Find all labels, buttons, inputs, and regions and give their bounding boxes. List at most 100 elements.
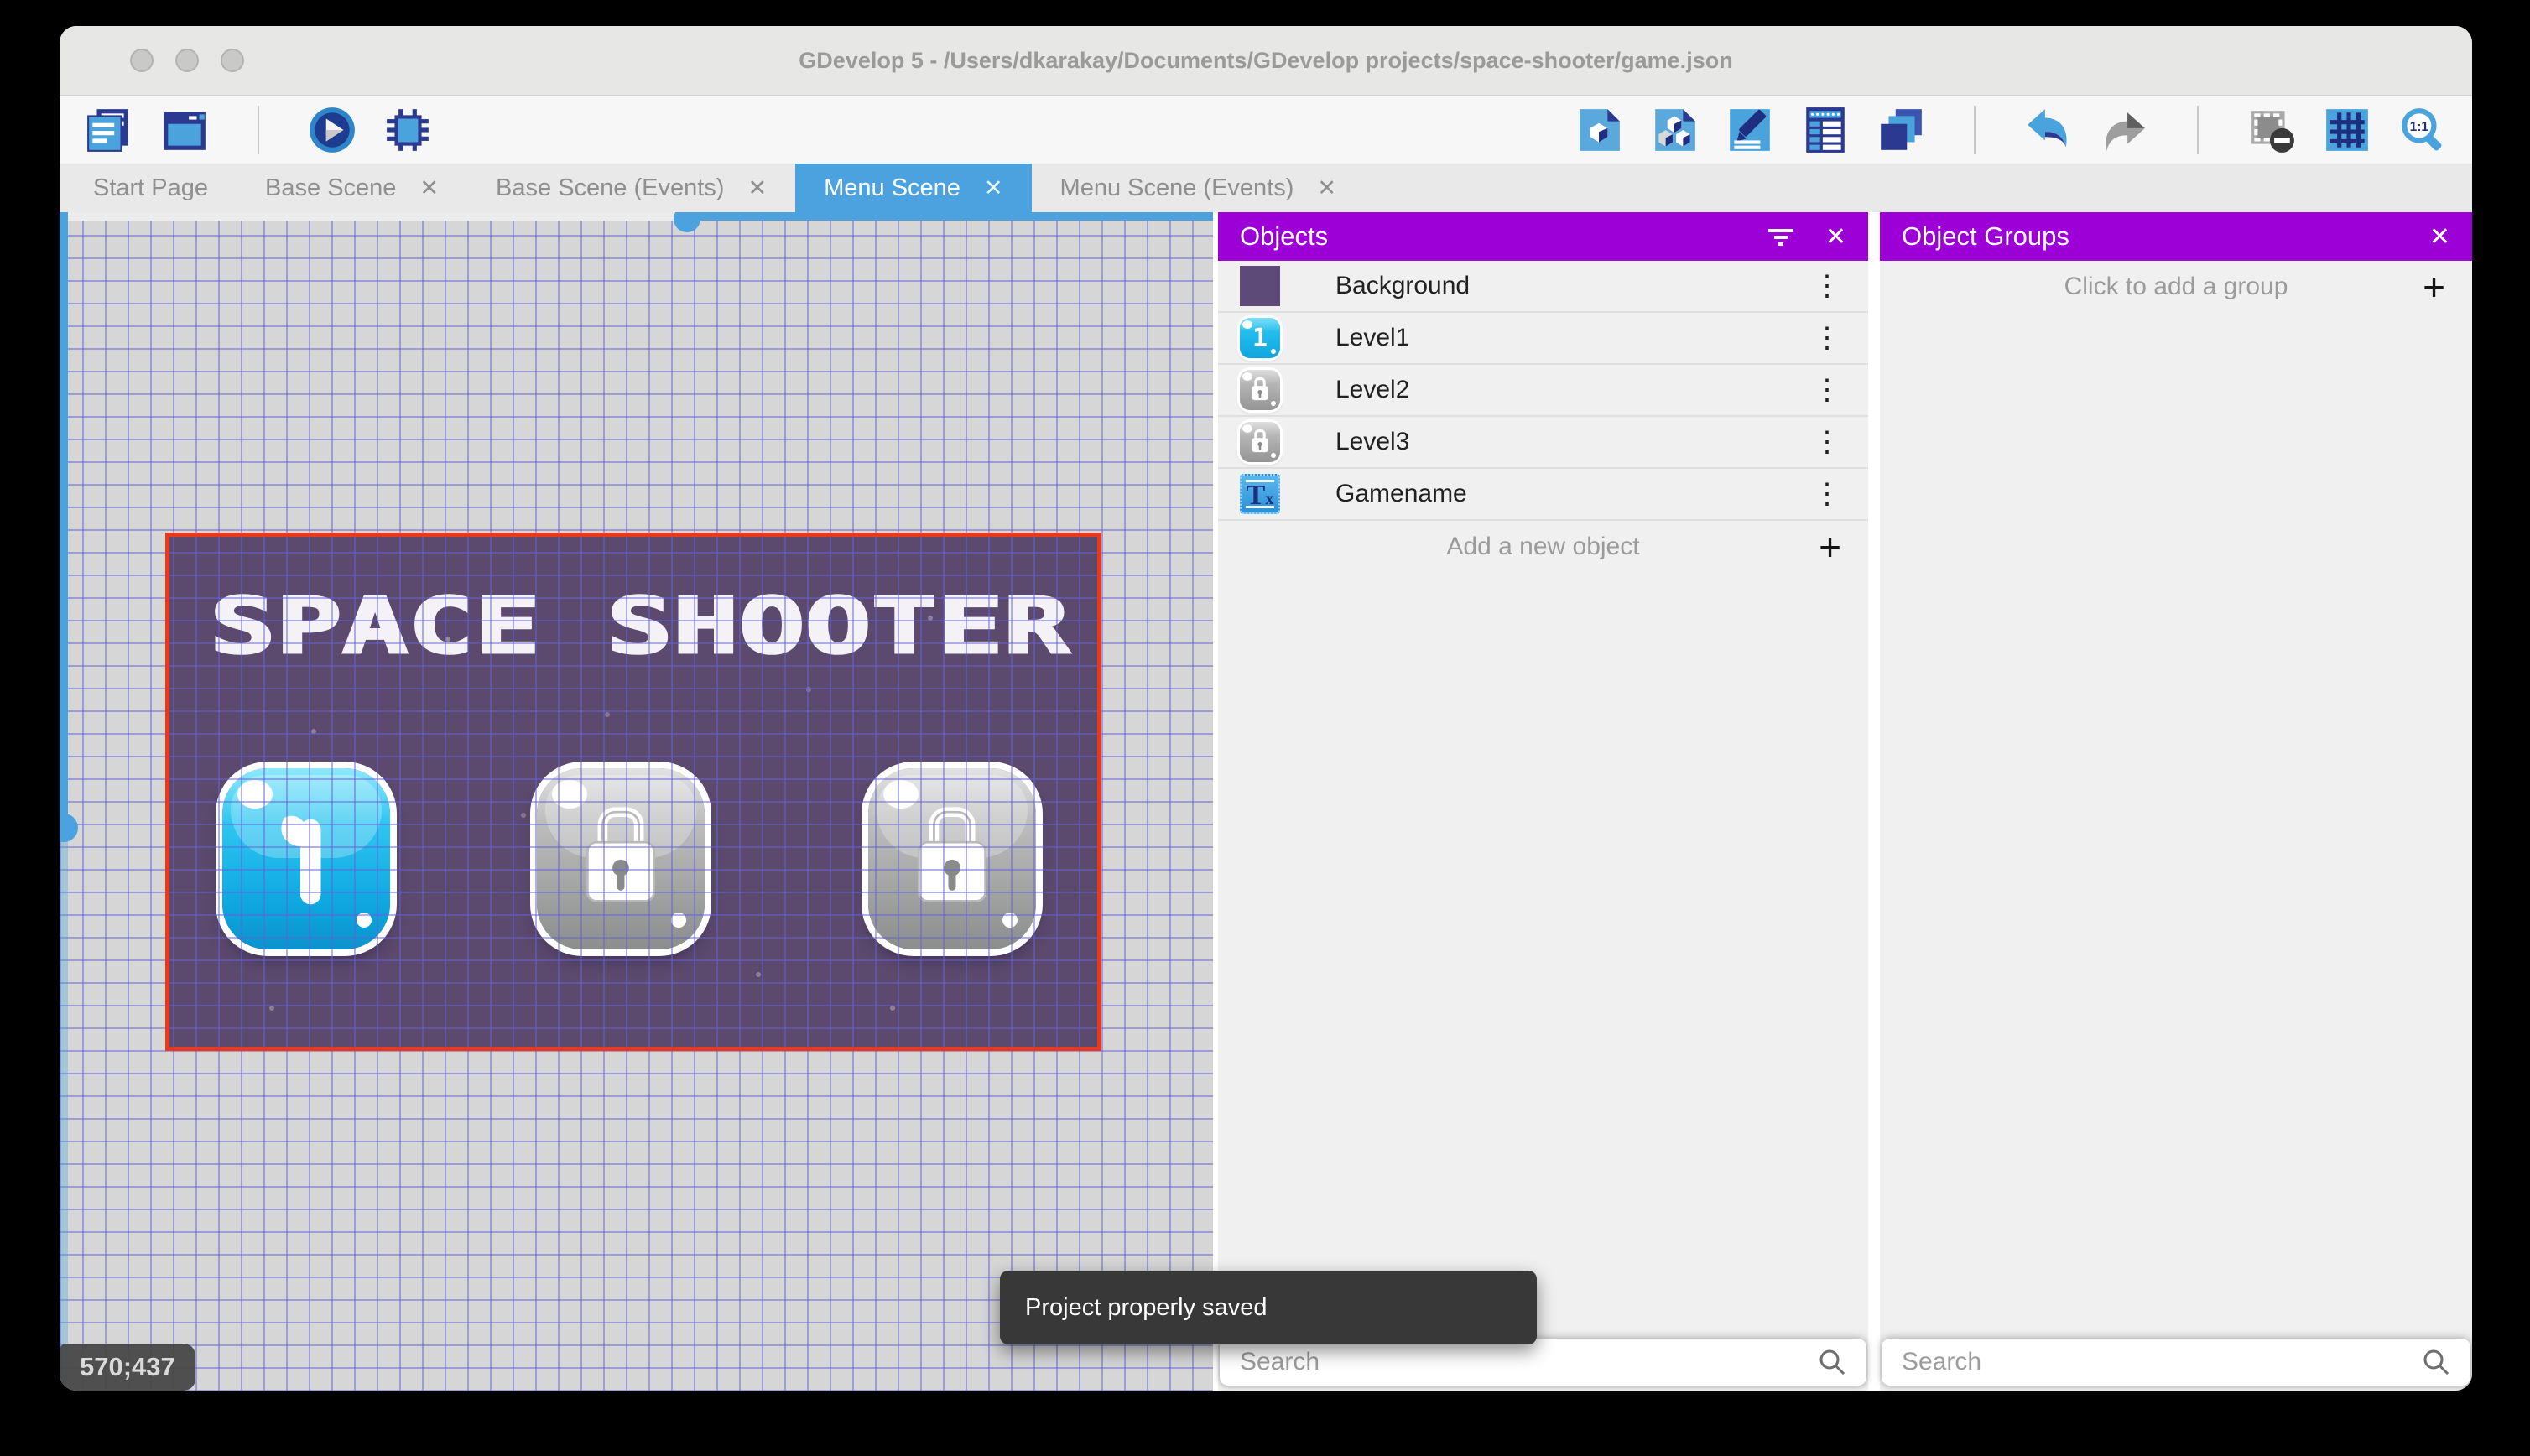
object-menu-icon[interactable]: ⋮ bbox=[1808, 272, 1846, 300]
tab-close-icon[interactable]: ✕ bbox=[984, 175, 1003, 201]
level3-button-instance[interactable] bbox=[868, 768, 1036, 949]
scene-stars bbox=[169, 537, 173, 540]
add-group-plus-icon[interactable]: + bbox=[2423, 268, 2445, 306]
tab-close-icon[interactable]: ✕ bbox=[419, 175, 439, 201]
search-icon bbox=[2423, 1349, 2449, 1375]
object-name: Background bbox=[1335, 272, 1471, 299]
save-toast: Project properly saved bbox=[1000, 1271, 1537, 1344]
screen: GDevelop 5 - /Users/dkarakay/Documents/G… bbox=[0, 0, 2530, 1456]
objects-panel-title: Objects bbox=[1240, 221, 1329, 251]
app-window: GDevelop 5 - /Users/dkarakay/Documents/G… bbox=[60, 26, 2472, 1391]
object-row-background[interactable]: Background ⋮ bbox=[1218, 261, 1868, 313]
objects-panel: Objects ✕ Background ⋮ 1 Level1 ⋮ Level2… bbox=[1218, 212, 1868, 1391]
instances-list-icon[interactable] bbox=[1801, 106, 1850, 154]
add-group-label: Click to add a group bbox=[2064, 273, 2288, 300]
close-panel-icon[interactable]: ✕ bbox=[2429, 222, 2450, 252]
grid-icon[interactable] bbox=[2323, 106, 2371, 154]
properties-icon[interactable] bbox=[1726, 106, 1774, 154]
panel-divider[interactable] bbox=[1868, 212, 1880, 1391]
scene-title-text-instance[interactable]: SPACE SHOOTER bbox=[210, 584, 1074, 668]
object-name: Level1 bbox=[1335, 324, 1410, 351]
project-manager-icon[interactable] bbox=[85, 106, 133, 154]
zoom-1-1-icon[interactable]: 1:1 bbox=[2398, 106, 2447, 154]
lock-icon bbox=[1252, 429, 1268, 453]
objects-panel-header: Objects ✕ bbox=[1218, 212, 1868, 261]
tab-label: Menu Scene (Events) bbox=[1059, 174, 1294, 201]
tab-base-scene-events[interactable]: Base Scene (Events) ✕ bbox=[467, 164, 795, 212]
object-row-gamename[interactable]: Tx Gamename ⋮ bbox=[1218, 469, 1868, 521]
object-row-level2[interactable]: Level2 ⋮ bbox=[1218, 365, 1868, 417]
objects-search-input[interactable] bbox=[1240, 1348, 1818, 1376]
tab-menu-scene-events[interactable]: Menu Scene (Events) ✕ bbox=[1032, 164, 1365, 212]
object-row-level1[interactable]: 1 Level1 ⋮ bbox=[1218, 313, 1868, 365]
horizontal-scrollbar-thumb[interactable] bbox=[674, 212, 700, 232]
level2-button-instance[interactable] bbox=[537, 768, 705, 949]
debugger-bug-icon[interactable] bbox=[383, 106, 432, 154]
add-object-row[interactable]: Add a new object + bbox=[1218, 521, 1868, 573]
svg-text:1:1: 1:1 bbox=[2410, 120, 2429, 134]
horizontal-scrollbar-track[interactable] bbox=[60, 212, 687, 221]
digit-1-glyph bbox=[281, 815, 321, 905]
tab-close-icon[interactable]: ✕ bbox=[1317, 175, 1336, 201]
close-panel-icon[interactable]: ✕ bbox=[1825, 222, 1846, 252]
button-highlight-dot bbox=[357, 913, 372, 928]
window-mask-icon[interactable] bbox=[2247, 106, 2296, 154]
lock-icon bbox=[586, 807, 655, 902]
horizontal-scrollbar[interactable] bbox=[687, 212, 1213, 221]
toolbar-left-group bbox=[85, 106, 432, 154]
toolbar-divider bbox=[258, 106, 259, 154]
object-menu-icon[interactable]: ⋮ bbox=[1808, 428, 1846, 456]
scene-editor-canvas[interactable]: SPACE SHOOTER 570;437 bbox=[60, 212, 1213, 1391]
object-row-level3[interactable]: Level3 ⋮ bbox=[1218, 417, 1868, 469]
add-group-row[interactable]: Click to add a group + bbox=[1880, 261, 2472, 313]
title-bar: GDevelop 5 - /Users/dkarakay/Documents/G… bbox=[60, 26, 2472, 96]
object-name: Gamename bbox=[1335, 480, 1467, 507]
preview-play-icon[interactable] bbox=[308, 106, 357, 154]
cursor-coordinates-badge: 570;437 bbox=[60, 1344, 195, 1391]
close-window-button[interactable] bbox=[130, 49, 154, 72]
level2-thumbnail bbox=[1240, 370, 1280, 410]
svg-text:SPACE SHOOTER: SPACE SHOOTER bbox=[210, 584, 1070, 668]
level1-button-instance[interactable] bbox=[222, 768, 390, 949]
vertical-scrollbar-track[interactable] bbox=[60, 827, 68, 1391]
toolbar: 1:1 bbox=[60, 96, 2472, 164]
tab-menu-scene[interactable]: Menu Scene ✕ bbox=[795, 164, 1032, 212]
scene-background-instance[interactable]: SPACE SHOOTER bbox=[169, 537, 1097, 1047]
object-menu-icon[interactable]: ⋮ bbox=[1808, 324, 1846, 352]
tab-label: Base Scene bbox=[265, 174, 397, 201]
object-menu-icon[interactable]: ⋮ bbox=[1808, 480, 1846, 508]
filter-icon[interactable] bbox=[1767, 224, 1795, 249]
add-object-plus-icon[interactable]: + bbox=[1819, 528, 1841, 566]
level3-thumbnail bbox=[1240, 422, 1280, 462]
tab-base-scene[interactable]: Base Scene ✕ bbox=[237, 164, 467, 212]
toolbar-right-group: 1:1 bbox=[1575, 106, 2447, 154]
undo-icon[interactable] bbox=[2024, 106, 2073, 154]
object-groups-editor-icon[interactable] bbox=[1650, 106, 1699, 154]
main-area: SPACE SHOOTER 570;437 Objects ✕ Backgrou… bbox=[60, 212, 2472, 1391]
object-groups-panel-header: Object Groups ✕ bbox=[1880, 212, 2472, 261]
object-groups-panel: Object Groups ✕ Click to add a group + bbox=[1880, 212, 2472, 1391]
window-title: GDevelop 5 - /Users/dkarakay/Documents/G… bbox=[799, 47, 1733, 73]
vertical-scrollbar[interactable] bbox=[60, 212, 68, 827]
tab-label: Menu Scene bbox=[824, 174, 960, 201]
tab-bar: Start Page Base Scene ✕ Base Scene (Even… bbox=[60, 164, 2472, 212]
traffic-lights bbox=[130, 49, 244, 72]
object-name: Level3 bbox=[1335, 428, 1410, 455]
lock-icon bbox=[1252, 377, 1268, 401]
groups-search-bar bbox=[1882, 1339, 2470, 1386]
layers-editor-icon[interactable] bbox=[1877, 106, 1925, 154]
object-menu-icon[interactable]: ⋮ bbox=[1808, 376, 1846, 404]
tab-close-icon[interactable]: ✕ bbox=[747, 175, 767, 201]
tab-label: Start Page bbox=[93, 174, 209, 201]
toolbar-divider bbox=[1974, 106, 1976, 154]
vertical-scrollbar-thumb[interactable] bbox=[60, 814, 78, 842]
window-icon[interactable] bbox=[160, 106, 209, 154]
background-thumbnail bbox=[1240, 266, 1280, 306]
redo-icon[interactable] bbox=[2100, 106, 2148, 154]
maximize-window-button[interactable] bbox=[221, 49, 244, 72]
objects-editor-icon[interactable] bbox=[1575, 106, 1623, 154]
tab-start-page[interactable]: Start Page bbox=[65, 164, 237, 212]
minimize-window-button[interactable] bbox=[175, 49, 199, 72]
tab-label: Base Scene (Events) bbox=[496, 174, 725, 201]
groups-search-input[interactable] bbox=[1902, 1348, 2422, 1376]
